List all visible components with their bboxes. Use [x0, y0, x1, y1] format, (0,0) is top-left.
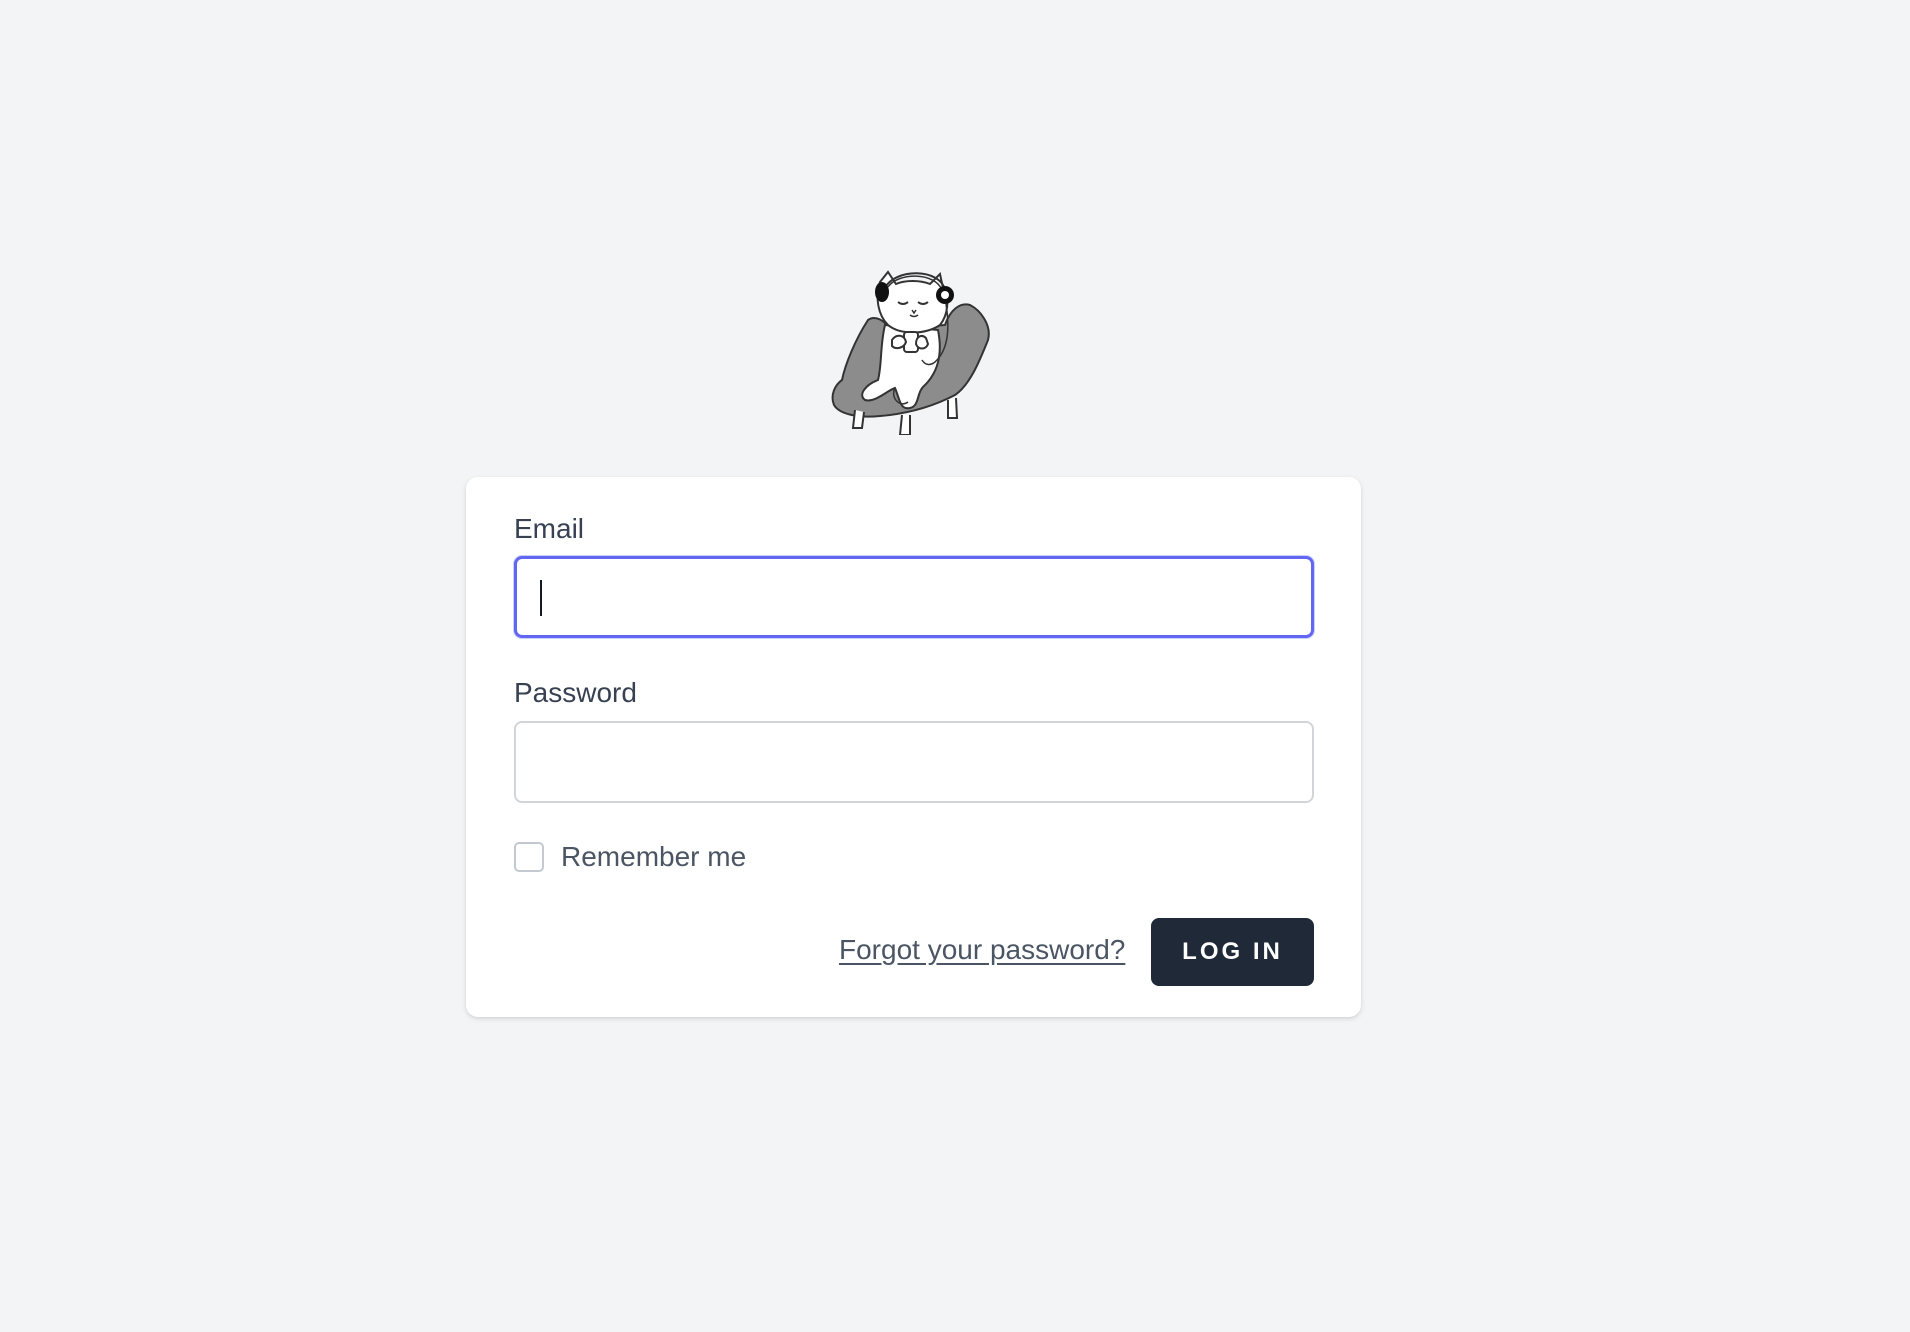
remember-me-row[interactable]: Remember me — [514, 841, 746, 873]
login-button[interactable]: LOG IN — [1151, 918, 1314, 986]
remember-me-checkbox[interactable] — [514, 842, 544, 872]
email-field[interactable] — [514, 556, 1314, 638]
remember-me-label[interactable]: Remember me — [561, 841, 746, 873]
email-label: Email — [514, 513, 585, 544]
password-field[interactable] — [514, 721, 1314, 803]
text-caret — [540, 580, 542, 616]
password-label: Password — [514, 677, 637, 708]
forgot-password-link[interactable]: Forgot your password? — [839, 934, 1125, 966]
cat-logo-icon — [830, 270, 1000, 436]
login-card: Email Password Remember me Forgot your p… — [466, 477, 1361, 1017]
